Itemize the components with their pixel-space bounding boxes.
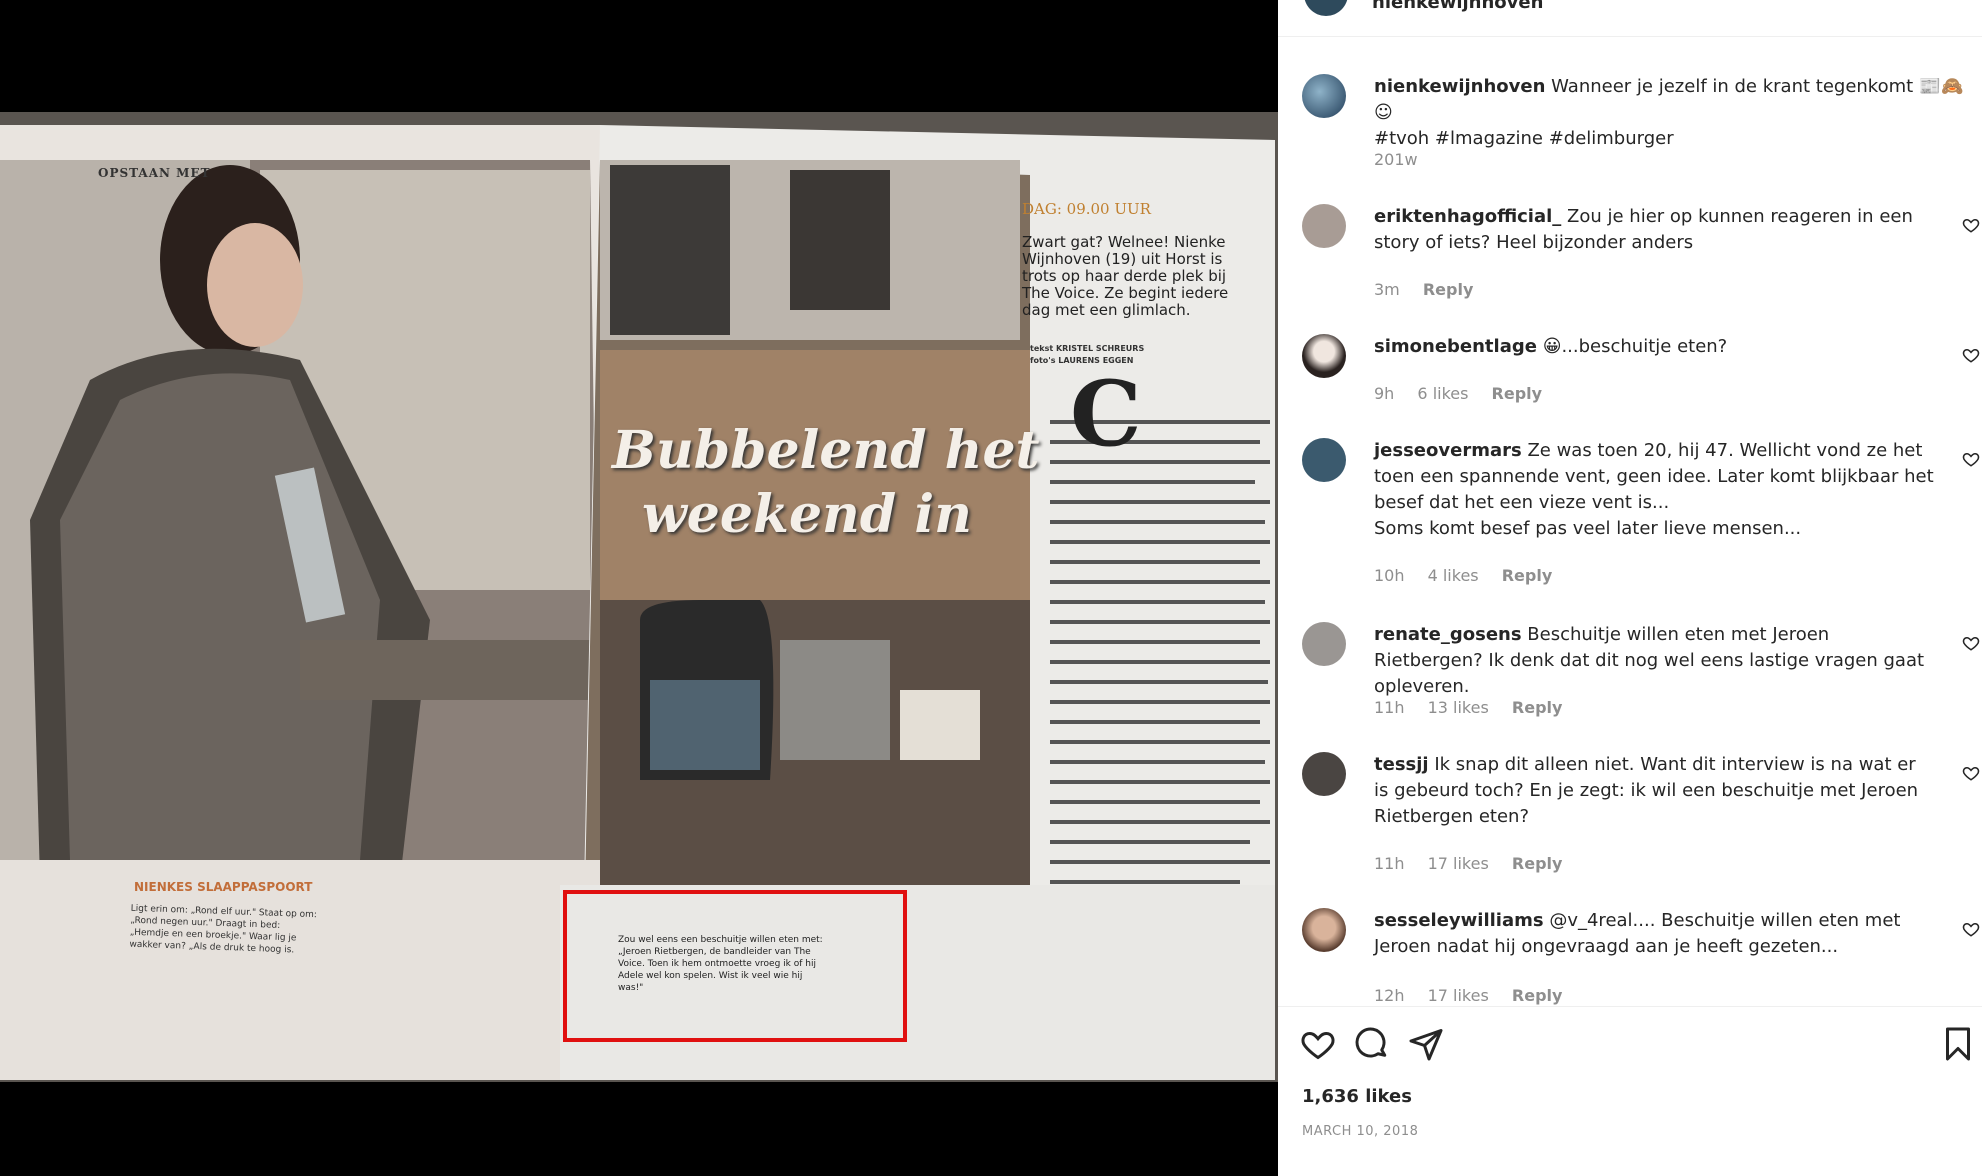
svg-text:C: C [1070,361,1142,467]
comment-meta: 3m Reply [1374,280,1491,299]
reply-button[interactable]: Reply [1512,986,1563,1005]
comment-avatar[interactable] [1302,752,1346,796]
comment-username[interactable]: jesseovermars [1374,440,1522,461]
magazine-intro: Zwart gat? Welnee! Nienke Wijnhoven (19)… [1022,233,1229,319]
comment-like-icon[interactable] [1962,634,1980,652]
magazine-time-label: DAG: 09.00 UUR [1022,200,1151,218]
comment-clip: sesseleywilliams @v_4real.... Beschuitje… [1278,900,1982,1006]
comment-avatar[interactable] [1302,334,1346,378]
header-avatar[interactable] [1304,0,1348,16]
action-divider [1278,1006,1982,1007]
comment-body: simonebentlage 😀...beschuitje eten? [1374,334,1934,360]
comment-age: 9h [1374,384,1395,403]
comment-username[interactable]: sesseleywilliams [1374,910,1544,931]
comment-body: renate_gosens Beschuitje willen eten met… [1374,622,1934,700]
reply-button[interactable]: Reply [1492,384,1543,403]
reply-button[interactable]: Reply [1512,854,1563,873]
caption-tags[interactable]: #tvoh #lmagazine #delimburger [1374,128,1674,149]
comment-likes[interactable]: 13 likes [1428,698,1489,717]
paper-plane-icon[interactable] [1408,1026,1444,1062]
magazine-credits-1: tekst KRISTEL SCHREURS [1030,344,1145,353]
magazine-headline-2: weekend in [642,484,972,545]
comment-likes[interactable]: 4 likes [1428,566,1479,585]
comment-like-icon[interactable] [1962,764,1980,782]
comment-meta: 12h 17 likes Reply [1374,986,1580,1005]
likes-count[interactable]: 1,636 likes [1302,1086,1412,1107]
caption-avatar[interactable] [1302,74,1346,118]
comment-like-icon[interactable] [1962,346,1980,364]
quote-text: Zou wel eens een beschuitje willen eten … [618,935,823,993]
comment-username[interactable]: renate_gosens [1374,624,1522,645]
comment-username[interactable]: eriktenhagofficial_ [1374,206,1561,227]
post-date[interactable]: MARCH 10, 2018 [1302,1124,1418,1139]
bookmark-icon[interactable] [1940,1026,1976,1062]
comment-likes[interactable]: 6 likes [1417,384,1468,403]
comment-avatar[interactable] [1302,622,1346,666]
reply-button[interactable]: Reply [1512,698,1563,717]
heart-icon[interactable] [1300,1026,1336,1062]
sidebar-title: NIENKES SLAAPPASPOORT [134,880,313,894]
reply-button[interactable]: Reply [1423,280,1474,299]
comment-like-icon[interactable] [1962,450,1980,468]
comment-body: eriktenhagofficial_ Zou je hier op kunne… [1374,204,1934,256]
comment-avatar[interactable] [1302,438,1346,482]
comment-age: 3m [1374,280,1400,299]
comment-avatar[interactable] [1302,204,1346,248]
comment-username[interactable]: tessjj [1374,754,1429,775]
comment-likes[interactable]: 17 likes [1428,986,1489,1005]
comment-body: tessjj Ik snap dit alleen niet. Want dit… [1374,752,1934,830]
comment-age: 11h [1374,698,1405,717]
comment-icon[interactable] [1354,1026,1390,1062]
comment-text-continued: Soms komt besef pas veel later lieve men… [1374,518,1802,539]
header-divider [1278,36,1982,37]
comment-avatar[interactable] [1302,908,1346,952]
magazine-section-label: OPSTAAN MET [98,166,211,180]
comment-like-icon[interactable] [1962,920,1980,938]
comment-text: Ik snap dit alleen niet. Want dit interv… [1374,754,1919,827]
magazine-headline-1: Bubbelend het [612,420,1040,481]
caption: nienkewijnhoven Wanneer je jezelf in de … [1374,74,1964,152]
sidebar-text: Ligt erin om: „Rond elf uur." Staat op o… [129,903,318,956]
comment-meta: 9h 6 likes Reply [1374,384,1560,403]
reply-button[interactable]: Reply [1502,566,1553,585]
comment-age: 11h [1374,854,1405,873]
post-side-panel: nienkewijnhoven nienkewijnhoven Wanneer … [1278,0,1982,1176]
header-username[interactable]: nienkewijnhoven [1372,0,1543,13]
comment-body: jesseovermars Ze was toen 20, hij 47. We… [1374,438,1934,542]
comment-meta: 11h 17 likes Reply [1374,854,1580,873]
comment-likes[interactable]: 17 likes [1428,854,1489,873]
comment-text: 😀...beschuitje eten? [1542,336,1728,357]
magazine-credits-2: foto's LAURENS EGGEN [1030,356,1134,365]
comment-meta: 11h 13 likes Reply [1374,698,1580,717]
comment-age: 12h [1374,986,1405,1005]
comment-like-icon[interactable] [1962,216,1980,234]
caption-age: 201w [1374,150,1418,169]
post-photo: C OPSTAAN MET DAG: 09.00 UUR Zwart gat? … [0,0,1278,1176]
comment-body: sesseleywilliams @v_4real.... Beschuitje… [1374,908,1934,960]
comment-age: 10h [1374,566,1405,585]
comment-meta: 10h 4 likes Reply [1374,566,1570,585]
comment-username[interactable]: simonebentlage [1374,336,1537,357]
caption-username[interactable]: nienkewijnhoven [1374,76,1545,97]
